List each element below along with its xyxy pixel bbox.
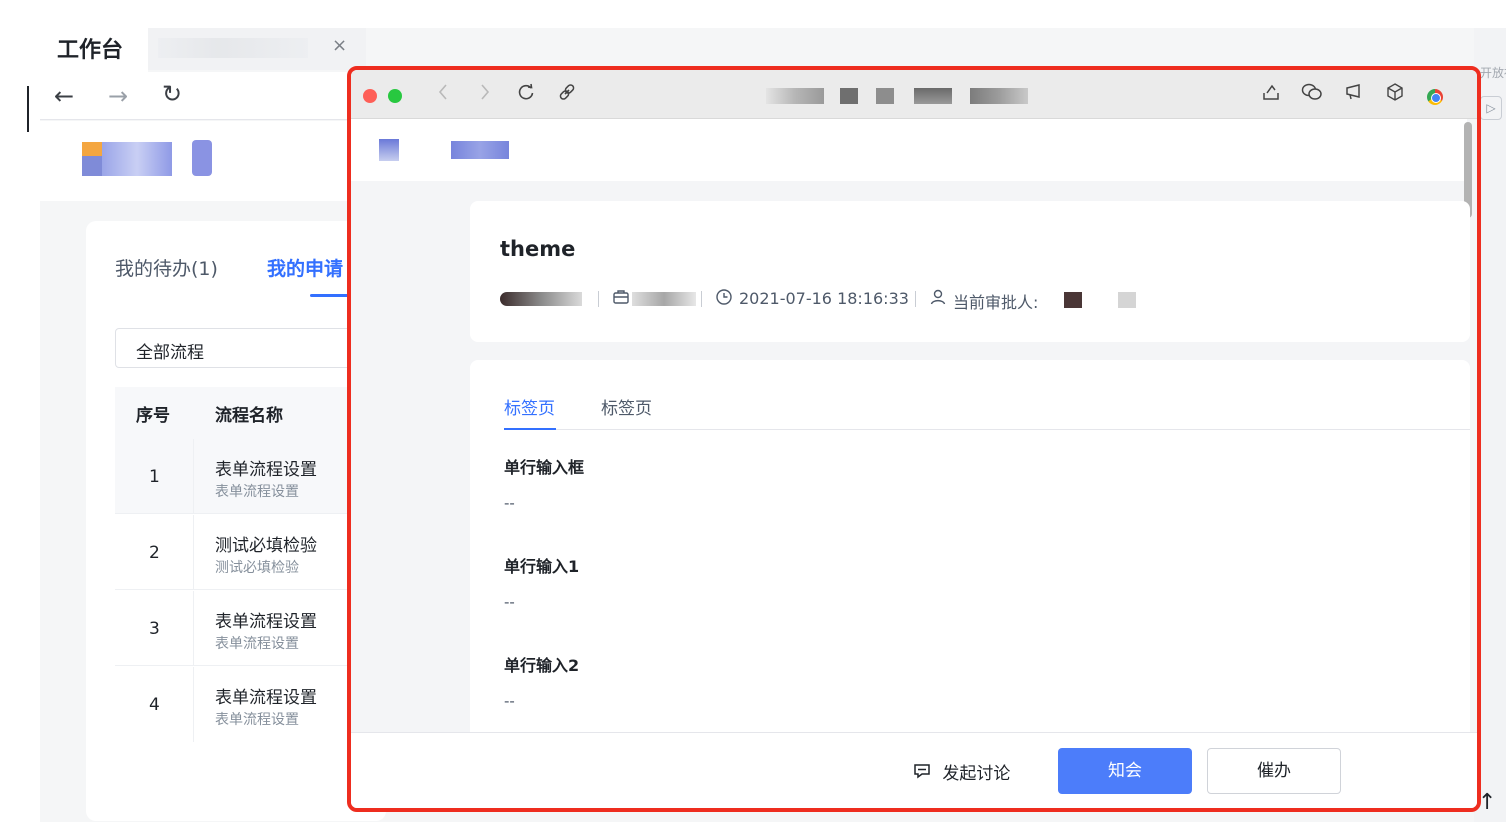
notify-button[interactable]: 知会	[1058, 748, 1192, 794]
right-panel-expand-button[interactable]: ▷	[1480, 96, 1502, 120]
app-navbar	[40, 72, 366, 120]
row-index: 3	[149, 619, 160, 639]
document-title: theme	[500, 237, 576, 261]
field-label-single-input-2: 单行输入2	[504, 656, 580, 675]
window-maximize-button[interactable]	[388, 89, 402, 103]
row-index: 2	[149, 543, 160, 563]
row-subtitle: 表单流程设置	[215, 636, 299, 652]
column-header-index: 序号	[136, 406, 170, 426]
cast-icon[interactable]	[1344, 82, 1364, 105]
clock-icon	[715, 288, 733, 311]
tab-my-requests[interactable]: 我的申请	[267, 254, 343, 281]
applicant-avatar	[500, 292, 582, 306]
row-index: 4	[149, 695, 160, 715]
field-label-single-line-input: 单行输入框	[504, 458, 585, 477]
browser-toolbar	[351, 70, 1477, 119]
tab-my-todo[interactable]: 我的待办(1)	[115, 254, 218, 281]
row-subtitle: 表单流程设置	[215, 712, 299, 728]
start-discussion-label: 发起讨论	[942, 764, 1011, 784]
field-value-single-input-2: --	[504, 692, 515, 710]
row-title: 表单流程设置	[215, 612, 317, 632]
user-icon	[929, 288, 947, 311]
approver-avatar	[1064, 292, 1082, 308]
approver-name-blurred	[1118, 292, 1136, 308]
active-tab-indicator	[310, 294, 350, 297]
reload-icon[interactable]: ↻	[162, 82, 182, 106]
document-meta: 2021-07-16 18:16:33 当前审批人:	[500, 288, 1460, 312]
share-icon[interactable]	[1261, 82, 1281, 105]
address-bar[interactable]	[766, 88, 1056, 106]
tab-divider	[504, 429, 1470, 430]
forward-arrow-icon[interactable]: →	[108, 84, 128, 108]
approver-label: 当前审批人:	[953, 293, 1039, 312]
tab-workbench-label: 工作台	[57, 38, 124, 63]
text-cursor	[27, 86, 29, 132]
back-arrow-icon[interactable]: ←	[54, 84, 74, 108]
submit-timestamp: 2021-07-16 18:16:33	[739, 289, 909, 308]
action-footer: 发起讨论 知会 催办	[351, 732, 1477, 808]
field-label-single-input-1: 单行输入1	[504, 557, 580, 576]
document-info-card: theme 2021-07-16 18:16:33 当前审批人:	[470, 201, 1470, 342]
form-card: 标签页 标签页 单行输入框 -- 单行输入1 -- 单行输入2 --	[470, 360, 1470, 760]
table-row[interactable]: 1 表单流程设置 表单流程设置	[115, 439, 375, 514]
row-index: 1	[149, 467, 160, 487]
department-blurred	[632, 292, 696, 306]
header-logo	[379, 139, 399, 161]
column-header-process-name: 流程名称	[215, 406, 283, 426]
briefcase-icon	[612, 288, 630, 311]
row-title: 表单流程设置	[215, 460, 317, 480]
field-value-single-line-input: --	[504, 494, 515, 512]
page-header	[351, 119, 1467, 181]
tab-blurred-title[interactable]	[158, 38, 308, 58]
wechat-icon[interactable]	[1301, 82, 1323, 105]
chrome-icon[interactable]	[1427, 89, 1443, 105]
table-header: 序号 流程名称	[115, 387, 375, 439]
process-filter-value: 全部流程	[136, 343, 204, 363]
table-row[interactable]: 2 测试必填检验 测试必填检验	[115, 515, 375, 590]
start-discussion-button[interactable]: 发起讨论	[913, 759, 1010, 784]
browser-window: theme 2021-07-16 18:16:33 当前审批人: 标签页 标签页	[347, 66, 1481, 812]
field-value-single-input-1: --	[504, 593, 515, 611]
right-panel-label: 开放社	[1480, 66, 1506, 80]
table-row[interactable]: 3 表单流程设置 表单流程设置	[115, 591, 375, 666]
row-title: 测试必填检验	[215, 536, 317, 556]
header-brand	[451, 141, 509, 159]
window-close-button[interactable]	[363, 89, 377, 103]
active-form-tab-indicator	[504, 428, 556, 430]
row-title: 表单流程设置	[215, 688, 317, 708]
chevron-right-icon[interactable]	[479, 82, 491, 105]
row-subtitle: 表单流程设置	[215, 484, 299, 500]
cube-icon[interactable]	[1385, 82, 1405, 105]
urge-button[interactable]: 催办	[1207, 748, 1341, 794]
tab-form-page-1[interactable]: 标签页	[504, 394, 555, 419]
refresh-icon[interactable]	[516, 82, 536, 105]
tab-form-page-2[interactable]: 标签页	[601, 394, 652, 419]
link-icon[interactable]	[557, 82, 577, 105]
table-row[interactable]: 4 表单流程设置 表单流程设置	[115, 667, 375, 742]
row-subtitle: 测试必填检验	[215, 560, 299, 576]
chevron-left-icon[interactable]	[437, 82, 449, 105]
tab-close-icon[interactable]: ×	[332, 35, 347, 56]
process-filter-select[interactable]: 全部流程	[115, 328, 375, 368]
chat-icon	[913, 764, 936, 784]
app-logo	[82, 140, 214, 178]
